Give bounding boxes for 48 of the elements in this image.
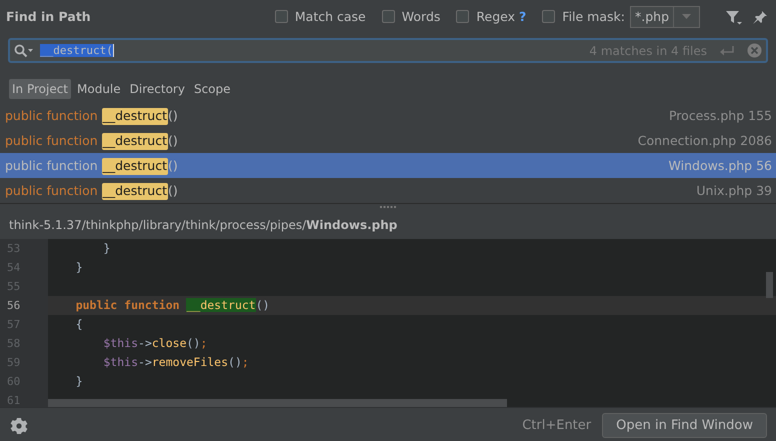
result-row[interactable]: public function __destruct() Unix.php 39	[0, 178, 776, 203]
result-location: Windows.php 56	[668, 158, 772, 173]
option-label: Words	[402, 9, 440, 24]
code-line: $this->close();	[102, 336, 208, 350]
option-label: Regex	[476, 9, 516, 24]
pin-icon[interactable]	[752, 8, 768, 24]
checkbox[interactable]	[456, 10, 470, 23]
dropdown-arrow-icon	[682, 14, 691, 19]
checkbox[interactable]	[274, 10, 288, 23]
result-text: public function __destruct()	[5, 158, 178, 173]
horizontal-scrollbar[interactable]	[48, 399, 507, 407]
file-path: think-5.1.37/thinkphp/library/think/process/pipes/Windows.php	[8, 216, 398, 234]
dialog-title: Find in Path	[6, 9, 91, 24]
option-label: File mask:	[562, 9, 625, 24]
enter-icon	[719, 44, 735, 56]
result-location: Unix.php 39	[696, 183, 772, 198]
vertical-scrollbar[interactable]	[766, 272, 773, 298]
settings-icon[interactable]	[10, 416, 28, 434]
code-line: }	[102, 241, 110, 255]
result-location: Connection.php 2086	[638, 133, 772, 148]
checkbox[interactable]	[382, 10, 395, 23]
code-line: $this->removeFiles();	[102, 355, 249, 369]
filter-icon[interactable]	[725, 8, 742, 24]
code-line: }	[74, 374, 83, 388]
line-number: 56	[6, 298, 22, 314]
result-row[interactable]: public function __destruct() Connection.php 2086	[0, 128, 776, 153]
scope-tab[interactable]: Scope	[190, 79, 234, 99]
splitter-handle-icon[interactable]	[380, 206, 396, 208]
option-label: Match case	[294, 9, 366, 24]
checkbox[interactable]	[542, 10, 556, 23]
search-icon[interactable]	[14, 44, 34, 58]
result-location: Process.php 155	[668, 108, 772, 123]
shortcut-hint: Ctrl+Enter	[522, 418, 592, 433]
result-text: public function __destruct()	[5, 183, 178, 198]
result-row[interactable]: public function __destruct() Process.php 155	[0, 103, 776, 128]
result-text: public function __destruct()	[5, 108, 178, 123]
help-link[interactable]: ?	[519, 9, 526, 24]
code-line: {	[74, 317, 83, 331]
result-text: public function __destruct()	[5, 133, 178, 148]
clear-icon[interactable]	[747, 43, 762, 58]
code-line: public function __destruct()	[74, 298, 270, 312]
scope-tab[interactable]: Module	[74, 79, 124, 99]
open-in-find-window-button[interactable]: Open in Find Window	[602, 413, 767, 438]
scope-tab[interactable]: Directory	[126, 79, 188, 99]
scope-tab[interactable]: In Project	[9, 79, 72, 99]
result-row[interactable]: public function __destruct() Windows.php 56	[0, 153, 776, 178]
code-line: }	[74, 260, 83, 274]
file-mask-combo[interactable]: *.php	[630, 6, 700, 28]
